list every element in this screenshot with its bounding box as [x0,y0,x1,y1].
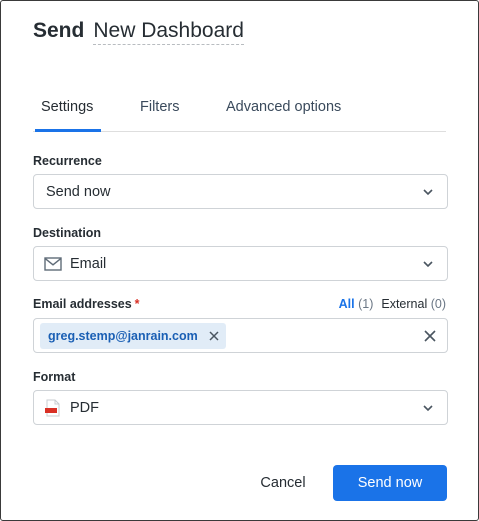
tab-settings[interactable]: Settings [41,99,93,115]
chevron-down-icon [423,261,433,268]
dialog-title: Send New Dashboard [33,19,244,49]
email-chip-text: greg.stemp@janrain.com [48,329,198,343]
filter-external-label: External [381,297,428,311]
remove-chip-icon[interactable] [208,330,220,342]
format-value: PDF [70,400,99,416]
destination-label: Destination [33,226,102,240]
envelope-icon [44,257,62,271]
recipient-filter: All (1) External (0) [339,297,446,311]
email-chip: greg.stemp@janrain.com [40,323,226,349]
email-input[interactable]: greg.stemp@janrain.com [33,318,448,353]
cancel-button[interactable]: Cancel [245,465,321,501]
filter-all-count: (1) [358,297,374,311]
tab-filters[interactable]: Filters [140,99,179,115]
recurrence-label: Recurrence [33,154,102,168]
required-marker: * [134,297,140,311]
filter-external-option[interactable]: External (0) [381,297,446,311]
pdf-file-icon [45,399,60,417]
filter-all-option[interactable]: All (1) [339,297,374,311]
title-prefix: Send [33,19,85,42]
email-label-text: Email addresses [33,297,132,311]
send-dialog: Send New Dashboard Settings Filters Adva… [0,0,479,521]
tab-advanced-options[interactable]: Advanced options [226,99,341,115]
dashboard-name[interactable]: New Dashboard [93,19,244,45]
email-addresses-label: Email addresses * [33,297,140,311]
clear-all-icon[interactable] [423,329,437,343]
send-now-button[interactable]: Send now [333,465,447,501]
format-select[interactable]: PDF [33,390,448,425]
destination-select[interactable]: Email [33,246,448,281]
filter-external-count: (0) [430,297,446,311]
recurrence-value: Send now [46,184,111,200]
destination-value: Email [70,256,107,272]
format-label: Format [33,370,76,384]
tab-bar: Settings Filters Advanced options [33,87,446,132]
chevron-down-icon [423,189,433,196]
recurrence-select[interactable]: Send now [33,174,448,209]
chevron-down-icon [423,405,433,412]
filter-all-label: All [338,297,355,311]
active-tab-indicator [35,129,101,132]
